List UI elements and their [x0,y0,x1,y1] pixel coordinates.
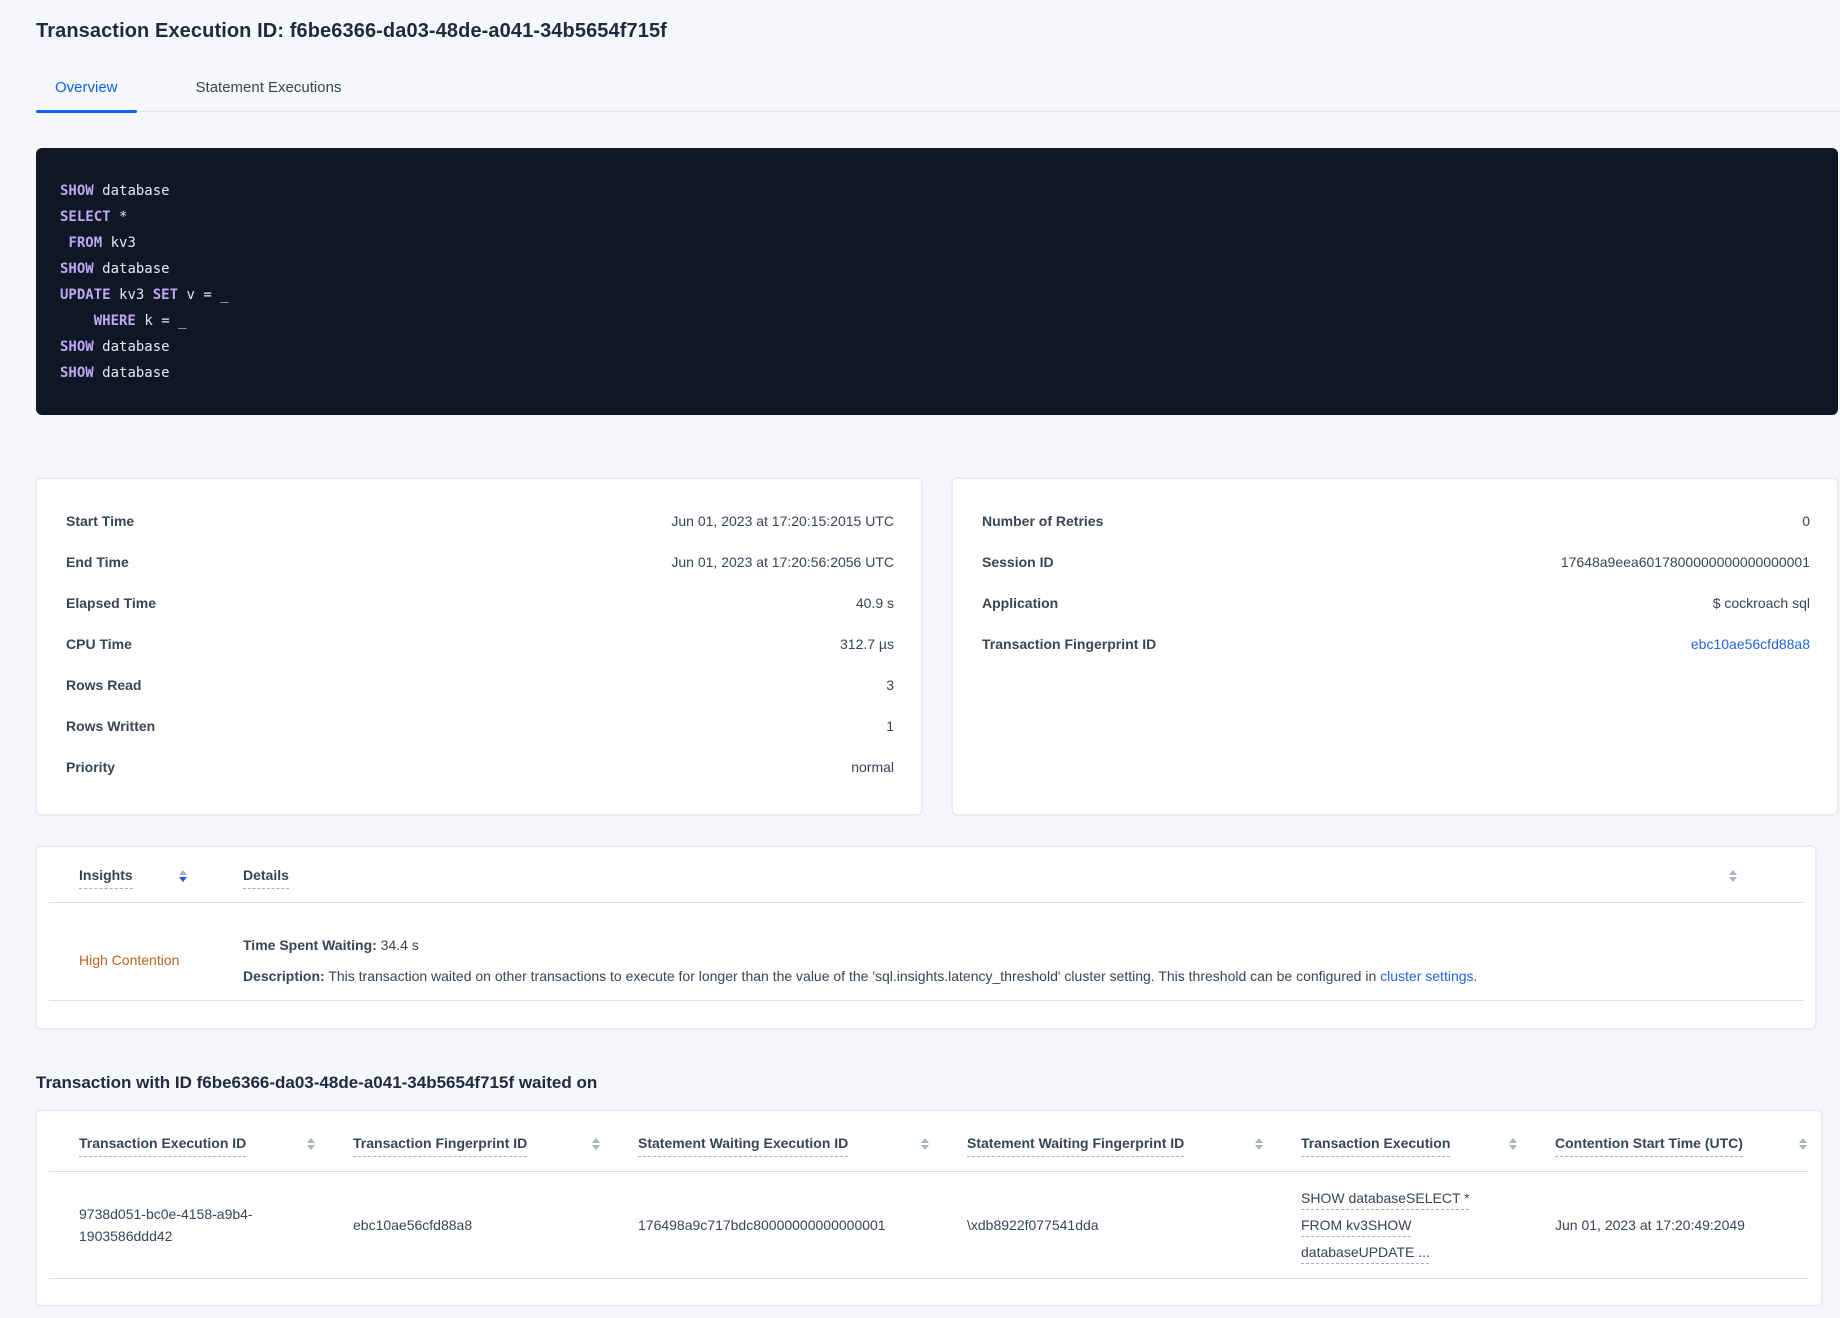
stat-label: Rows Written [66,718,156,734]
cell-transaction-fingerprint-id: ebc10ae56cfd88a8 [353,1217,473,1233]
sql-statement-box: SHOW database SELECT * FROM kv3 SHOW datab… [36,148,1838,415]
cell-statement-waiting-execution-id: 176498a9c717bdc80000000000000001 [638,1217,886,1233]
tab-bar: Overview Statement Executions [36,71,1840,113]
transaction-execution-link[interactable]: SHOW databaseSELECT * FROM kv3SHOW datab… [1301,1185,1470,1266]
sort-icon[interactable] [178,870,187,882]
stat-row-retries: Number of Retries 0 [982,501,1810,542]
sort-icon[interactable] [921,1138,929,1150]
sort-icon[interactable] [307,1138,315,1150]
sql-line: SHOW database [60,183,170,199]
sql-line: SHOW database [60,365,170,381]
session-details-card: Number of Retries 0 Session ID 17648a9ee… [952,478,1838,815]
stat-row-rows-read: Rows Read 3 [66,665,894,706]
stat-label: Session ID [982,554,1054,570]
stat-value: 312.7 µs [840,636,894,652]
stat-value: 40.9 s [855,595,894,611]
stat-row-application: Application $ cockroach sql [982,583,1810,624]
stat-value: $ cockroach sql [1712,595,1810,611]
table-row: 9738d051-bc0e-4158-a9b4-1903586ddd42 ebc… [37,1172,1821,1278]
stat-row-cpu-time: CPU Time 312.7 µs [66,624,894,665]
page-title: Transaction Execution ID: f6be6366-da03-… [36,20,667,42]
stat-label: Start Time [66,513,135,529]
stat-row-transaction-fingerprint-id: Transaction Fingerprint ID ebc10ae56cfd8… [982,624,1810,665]
stat-value: normal [851,759,894,775]
stat-row-start-time: Start Time Jun 01, 2023 at 17:20:15:2015… [66,501,894,542]
time-spent-waiting: Time Spent Waiting: 34.4 s [243,936,419,953]
cluster-settings-link[interactable]: cluster settings [1380,968,1473,984]
insight-description: Description: This transaction waited on … [243,967,1478,984]
stat-label: Number of Retries [982,513,1104,529]
sql-line: SHOW database [60,261,170,277]
waited-on-heading: Transaction with ID f6be6366-da03-48de-a… [36,1073,598,1092]
transaction-details-page: Transaction Execution ID: f6be6366-da03-… [0,0,1840,1306]
column-header-transaction-execution-id[interactable]: Transaction Execution ID [79,1135,247,1157]
stat-label: Rows Read [66,677,142,693]
stat-label: Elapsed Time [66,595,157,611]
waited-on-table-header: Transaction Execution ID Transaction Fin… [37,1135,1821,1171]
sort-icon[interactable] [592,1138,600,1150]
stat-row-end-time: End Time Jun 01, 2023 at 17:20:56:2056 U… [66,542,894,583]
column-header-statement-waiting-fingerprint-id[interactable]: Statement Waiting Fingerprint ID [967,1135,1185,1157]
stat-label: Transaction Fingerprint ID [982,636,1157,652]
tab-statement-executions[interactable]: Statement Executions [177,71,361,111]
stat-value: 0 [1802,513,1810,529]
transaction-fingerprint-link[interactable]: ebc10ae56cfd88a8 [1691,633,1810,656]
details-column-header[interactable]: Details [243,867,289,889]
execution-times-card: Start Time Jun 01, 2023 at 17:20:15:2015… [36,478,922,815]
sort-icon[interactable] [1729,870,1737,882]
stat-value: 1 [886,718,894,734]
column-header-statement-waiting-execution-id[interactable]: Statement Waiting Execution ID [638,1135,849,1157]
sql-line: UPDATE kv3 SET v = _ [60,287,229,303]
insight-row: High Contention Time Spent Waiting: 34.4… [37,903,1815,1000]
column-header-contention-start-time[interactable]: Contention Start Time (UTC) [1555,1135,1743,1157]
insights-table-header: Insights Details [37,847,1815,902]
sort-icon[interactable] [1799,1138,1807,1150]
stat-label: Priority [66,759,116,775]
stat-row-session-id: Session ID 17648a9eea6017800000000000000… [982,542,1810,583]
stat-value: Jun 01, 2023 at 17:20:15:2015 UTC [671,513,894,529]
sql-line: WHERE k = _ [93,313,187,329]
stat-value: 17648a9eea6017800000000000000001 [1560,554,1810,570]
column-header-transaction-execution[interactable]: Transaction Execution [1301,1135,1451,1157]
insights-card: Insights Details High Contention Time Sp… [36,846,1816,1029]
insight-type-label: High Contention [79,952,180,968]
column-header-transaction-fingerprint-id[interactable]: Transaction Fingerprint ID [353,1135,528,1157]
sql-line: SELECT * [60,209,128,225]
stat-label: Application [982,595,1059,611]
cell-transaction-execution-id: 9738d051-bc0e-4158-a9b4-1903586ddd42 [79,1206,253,1244]
cell-statement-waiting-fingerprint-id: \xdb8922f077541dda [967,1217,1099,1233]
stat-value: Jun 01, 2023 at 17:20:56:2056 UTC [671,554,894,570]
sort-icon[interactable] [1509,1138,1517,1150]
cell-contention-start-time: Jun 01, 2023 at 17:20:49:2049 [1555,1217,1745,1233]
sql-line: SHOW database [60,339,170,355]
divider [49,1000,1803,1001]
stat-row-elapsed-time: Elapsed Time 40.9 s [66,583,894,624]
stat-row-priority: Priority normal [66,747,894,788]
stat-value: 3 [886,677,894,693]
stat-label: CPU Time [66,636,132,652]
stat-row-rows-written: Rows Written 1 [66,706,894,747]
waited-on-table: Transaction Execution ID Transaction Fin… [36,1110,1822,1306]
sql-line: FROM kv3 [68,235,136,251]
tab-overview[interactable]: Overview [36,71,137,113]
cell-transaction-execution: SHOW databaseSELECT * FROM kv3SHOW datab… [1301,1185,1555,1266]
sort-icon[interactable] [1255,1138,1263,1150]
insights-column-header[interactable]: Insights [79,867,133,889]
stat-label: End Time [66,554,129,570]
summary-cards-row: Start Time Jun 01, 2023 at 17:20:15:2015… [36,478,1838,815]
